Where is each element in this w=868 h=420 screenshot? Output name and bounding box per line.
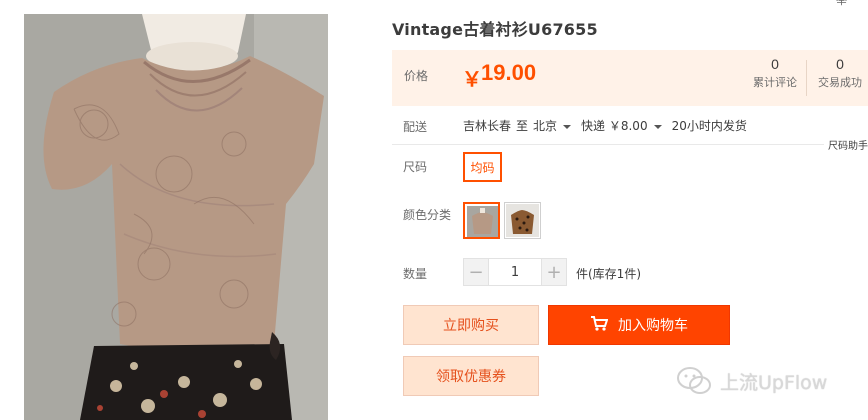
chevron-down-icon xyxy=(653,124,662,129)
review-count: 0 xyxy=(771,56,779,72)
currency-symbol: ￥ xyxy=(462,67,482,91)
size-label: 尺码 xyxy=(403,160,428,174)
deals-count-label: 交易成功 xyxy=(818,76,862,89)
leopard-blouse-thumbnail xyxy=(506,204,539,237)
tan-blouse-thumbnail xyxy=(467,206,498,237)
quantity-stepper: − 1 + xyxy=(463,258,567,286)
product-photo[interactable] xyxy=(24,14,328,420)
review-count-label: 累计评论 xyxy=(753,76,797,89)
top-corner-text: 举 xyxy=(836,0,847,7)
color-swatch-leopard[interactable] xyxy=(504,202,541,239)
dispatch-time: 20小时内发货 xyxy=(671,119,747,133)
price-panel: 价格 ￥ 19.00 0 累计评论 0 交易成功 xyxy=(392,50,868,106)
cart-icon xyxy=(590,315,609,335)
divider xyxy=(392,144,824,145)
add-to-cart-button[interactable]: 加入购物车 xyxy=(548,305,730,345)
watermark: 上流UpFlow xyxy=(676,366,827,396)
product-title: Vintage古着衬衫U67655 xyxy=(392,20,598,39)
color-swatch-tan[interactable] xyxy=(463,202,500,239)
quantity-increase-button[interactable]: + xyxy=(541,258,567,286)
size-helper-link[interactable]: 尺码助手 xyxy=(828,137,868,152)
delivery-to-word: 至 xyxy=(516,119,529,133)
watermark-text: 上流UpFlow xyxy=(720,371,828,394)
price-label: 价格 xyxy=(404,69,429,83)
quantity-decrease-button[interactable]: − xyxy=(463,258,489,286)
wechat-icon xyxy=(677,367,711,394)
delivery-label: 配送 xyxy=(403,120,428,134)
add-to-cart-label: 加入购物车 xyxy=(618,318,688,334)
delivery-destination-select[interactable]: 北京 xyxy=(533,117,581,134)
color-label: 颜色分类 xyxy=(403,208,452,222)
quantity-label: 数量 xyxy=(403,267,428,281)
delivery-row: 吉林长春 至 北京 快递 ￥8.00 20小时内发货 xyxy=(463,117,747,134)
size-option-onesize[interactable]: 均码 xyxy=(463,152,502,182)
product-photo-graphic xyxy=(24,14,328,420)
review-count-stat[interactable]: 0 累计评论 xyxy=(744,56,806,90)
get-coupon-button[interactable]: 领取优惠券 xyxy=(403,356,539,396)
quantity-input[interactable]: 1 xyxy=(489,258,541,286)
stock-note: 件(库存1件) xyxy=(576,267,641,281)
deals-count: 0 xyxy=(836,56,844,72)
price-value: 19.00 xyxy=(481,60,537,85)
chevron-down-icon xyxy=(563,124,572,129)
get-coupon-label: 领取优惠券 xyxy=(436,369,506,385)
delivery-from: 吉林长春 xyxy=(463,119,512,133)
buy-now-button[interactable]: 立即购买 xyxy=(403,305,539,345)
shipping-fee: 快递 ￥8.00 xyxy=(581,119,648,133)
shipping-select[interactable]: 快递 ￥8.00 xyxy=(581,117,672,134)
buy-now-label: 立即购买 xyxy=(443,318,499,334)
stat-divider xyxy=(806,60,807,96)
deals-count-stat[interactable]: 0 交易成功 xyxy=(812,56,868,90)
delivery-destination: 北京 xyxy=(533,119,558,133)
